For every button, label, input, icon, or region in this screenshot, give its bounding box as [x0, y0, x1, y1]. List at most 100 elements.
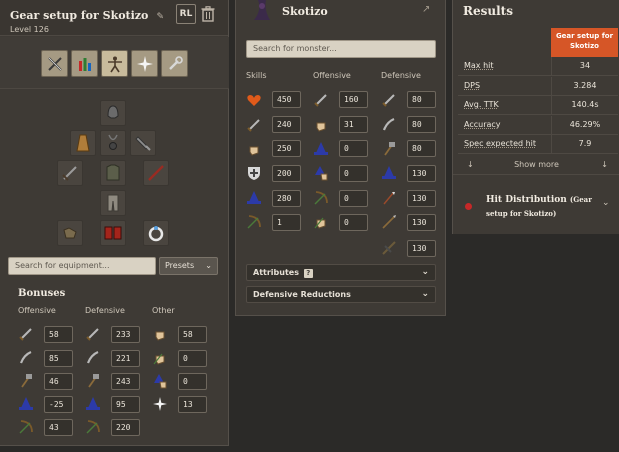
player-figure-icon: [107, 56, 122, 72]
attributes-toggle[interactable]: Attributes ? ⌄: [246, 264, 436, 281]
arrow-down-icon: ↓: [601, 160, 608, 169]
results-setup-header: Gear setup for Skotizo: [551, 28, 618, 57]
blessing-icon: [135, 136, 151, 151]
monster-offensive-ranged[interactable]: 0: [339, 190, 368, 207]
combat-style-melee-button[interactable]: [41, 50, 68, 77]
monster-col-skills: Skills: [246, 71, 267, 80]
help-icon[interactable]: ?: [303, 269, 313, 278]
results-title: Results: [463, 4, 513, 18]
helmet-icon: [107, 105, 119, 119]
monster-offensive-magic[interactable]: 0: [339, 140, 368, 157]
light-ranged-icon: [383, 191, 395, 205]
monster-skill-ranged[interactable]: 1: [272, 214, 301, 231]
shield-slot[interactable]: [143, 160, 169, 186]
results-row: Max hit 34: [458, 57, 618, 76]
monster-skill-hitpoints[interactable]: 450: [272, 91, 301, 108]
cape-slot[interactable]: [70, 130, 96, 156]
combat-style-player-button[interactable]: [101, 50, 128, 77]
combat-style-prayer-button[interactable]: [131, 50, 158, 77]
legs-slot[interactable]: [100, 190, 126, 216]
wrench-icon: [168, 55, 183, 70]
bar-stats-icon: [78, 57, 91, 71]
monster-defensive-standard-ranged[interactable]: 130: [407, 214, 436, 231]
result-label-avg-ttk: Avg. TTK: [464, 100, 499, 109]
head-slot[interactable]: [100, 100, 126, 126]
platebody-icon: [106, 164, 120, 181]
monster-offensive-ranged-strength[interactable]: 0: [339, 214, 368, 231]
prayer-star-icon: [153, 397, 167, 411]
result-value-dps: 3.284: [551, 77, 618, 96]
equipment-search-input[interactable]: Search for equipment...: [8, 257, 156, 275]
strength-fist-icon: [249, 146, 259, 156]
presets-dropdown[interactable]: Presets ⌄: [159, 257, 218, 275]
monster-offensive-magic-strength[interactable]: 0: [339, 165, 368, 182]
monster-defensive-stab[interactable]: 80: [407, 91, 436, 108]
bonus-other-ranged-strength: 0: [178, 350, 207, 367]
monster-name: Skotizo: [282, 5, 328, 18]
pencil-icon[interactable]: ✎: [156, 12, 166, 22]
trash-icon[interactable]: [201, 6, 215, 22]
monster-skill-attack[interactable]: 240: [272, 116, 301, 133]
combat-style-stats-button[interactable]: [71, 50, 98, 77]
monster-defensive-light-ranged[interactable]: 130: [407, 190, 436, 207]
result-label-spec-expected-hit: Spec expected hit: [464, 139, 537, 148]
hands-slot[interactable]: [57, 220, 83, 246]
monster-skill-defence[interactable]: 200: [272, 165, 301, 182]
monster-defensive-crush[interactable]: 80: [407, 140, 436, 157]
crush-icon: [21, 374, 32, 388]
monster-offensive-attack[interactable]: 160: [339, 91, 368, 108]
magic-hat-icon: [86, 397, 100, 410]
ranged-bow-icon: [314, 191, 328, 205]
weapon-slot[interactable]: [57, 160, 83, 186]
defensive-reductions-label: Defensive Reductions: [253, 290, 351, 299]
defensive-reductions-toggle[interactable]: Defensive Reductions ⌄: [246, 286, 436, 303]
strength-fist-icon: [316, 122, 326, 132]
results-row: Spec expected hit 7.9: [458, 135, 618, 154]
external-link-icon[interactable]: ↗: [422, 4, 433, 15]
results-panel: Results Gear setup for Skotizo Max hit 3…: [452, 0, 619, 234]
magic-damage-icon: [154, 374, 167, 389]
monster-skill-magic[interactable]: 280: [272, 190, 301, 207]
presets-label: Presets: [165, 261, 195, 270]
gloves-icon: [63, 227, 77, 239]
monster-offensive-strength[interactable]: 31: [339, 116, 368, 133]
feet-slot[interactable]: [100, 220, 126, 246]
chevron-down-icon[interactable]: ⌄: [602, 198, 610, 208]
runelite-import-button[interactable]: RL: [176, 4, 196, 24]
slash-icon: [19, 350, 32, 364]
combat-style-settings-button[interactable]: [161, 50, 188, 77]
neck-slot[interactable]: [100, 130, 126, 156]
platelegs-icon: [107, 194, 119, 212]
heavy-ranged-icon: [382, 241, 396, 255]
gear-setup-panel: Gear setup for Skotizo ✎ Level 126 RL Se…: [0, 0, 229, 446]
monster-panel: Skotizo ↗ Search for monster... Skills O…: [235, 0, 446, 316]
ring-slot[interactable]: [143, 220, 169, 246]
hit-distribution-toggle[interactable]: Hit Distribution (Gear setup for Skotizo…: [486, 193, 596, 221]
monster-col-offensive: Offensive: [313, 71, 351, 80]
bonus-defensive-slash: 221: [111, 350, 140, 367]
magic-hat-icon: [382, 166, 396, 179]
show-more-button[interactable]: ↓ Show more ↓: [453, 157, 619, 175]
series-color-dot: [465, 203, 472, 210]
stab-icon: [19, 328, 32, 341]
bonus-col-defensive: Defensive: [85, 306, 125, 315]
ammo-slot[interactable]: [130, 130, 156, 156]
chevron-down-icon: ⌄: [421, 289, 429, 299]
magic-hat-icon: [19, 397, 33, 410]
ranged-strength-icon: [153, 353, 165, 365]
monster-defensive-heavy-ranged[interactable]: 130: [407, 240, 436, 257]
slash-icon: [86, 350, 99, 364]
bonus-other-prayer: 13: [178, 396, 207, 413]
monster-search-input[interactable]: Search for monster...: [246, 40, 436, 58]
strength-fist-icon: [155, 331, 165, 341]
body-slot[interactable]: [100, 160, 126, 186]
bonuses-title: Bonuses: [18, 288, 66, 299]
gear-setup-title[interactable]: Gear setup for Skotizo: [10, 9, 148, 22]
monster-skill-strength[interactable]: 250: [272, 140, 301, 157]
result-label-accuracy: Accuracy: [464, 120, 501, 129]
combat-style-bar: [0, 37, 229, 89]
standard-ranged-icon: [382, 215, 396, 229]
monster-defensive-magic[interactable]: 130: [407, 165, 436, 182]
monster-defensive-slash[interactable]: 80: [407, 116, 436, 133]
hitpoints-heart-icon: [247, 95, 261, 106]
